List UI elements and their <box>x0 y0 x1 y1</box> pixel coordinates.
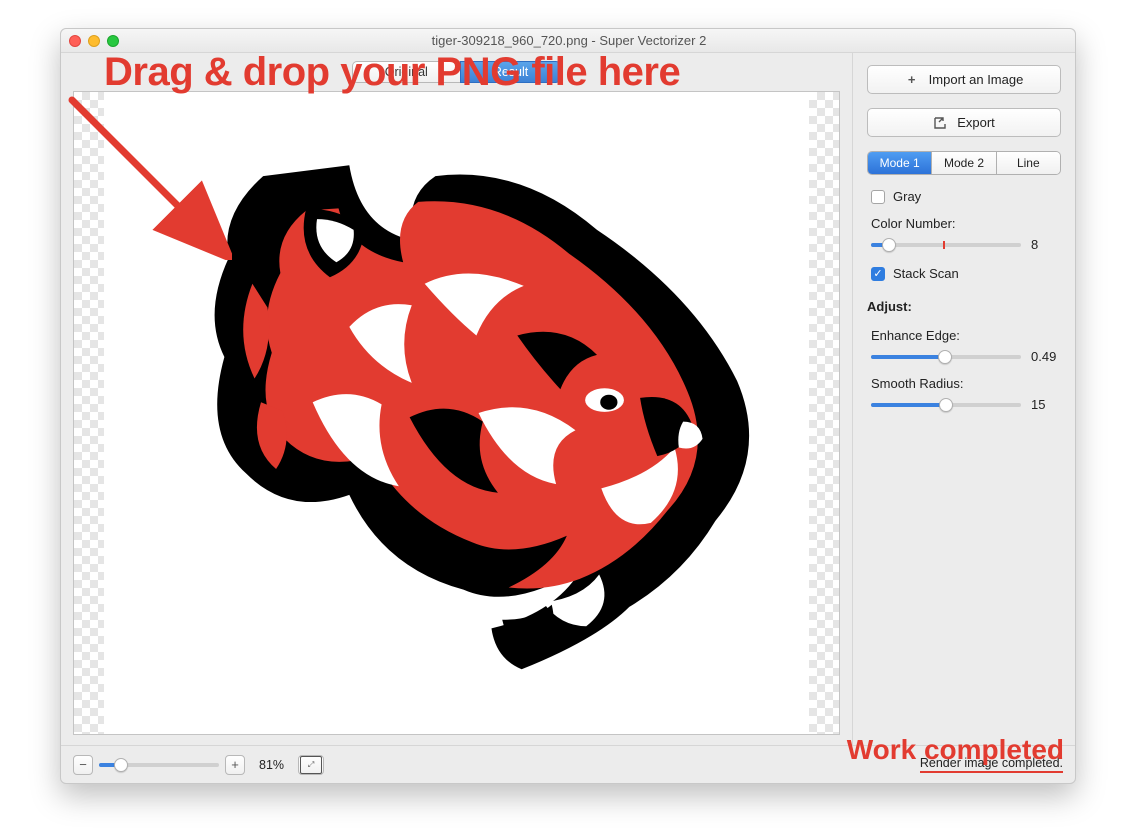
plus-icon: + <box>905 72 919 87</box>
smooth-radius-slider[interactable] <box>871 403 1021 407</box>
import-image-button[interactable]: + Import an Image <box>867 65 1061 94</box>
image-canvas[interactable] <box>73 91 840 735</box>
zoom-window-icon[interactable] <box>107 35 119 47</box>
enhance-edge-label: Enhance Edge: <box>871 328 1061 343</box>
app-window: tiger-309218_960_720.png - Super Vectori… <box>60 28 1076 784</box>
mode-2[interactable]: Mode 2 <box>932 152 996 174</box>
gray-row[interactable]: Gray <box>871 189 1061 204</box>
mode-1[interactable]: Mode 1 <box>868 152 932 174</box>
gray-checkbox[interactable] <box>871 190 885 204</box>
export-button[interactable]: Export <box>867 108 1061 137</box>
view-tabbar: Original Result <box>61 53 852 89</box>
color-number-value: 8 <box>1031 237 1061 252</box>
window-controls <box>69 35 119 47</box>
enhance-edge-value: 0.49 <box>1031 349 1061 364</box>
enhance-edge-slider[interactable] <box>871 355 1021 359</box>
smooth-radius-label: Smooth Radius: <box>871 376 1061 391</box>
import-image-label: Import an Image <box>929 72 1024 87</box>
mode-segmented: Mode 1 Mode 2 Line <box>867 151 1061 175</box>
stack-scan-label: Stack Scan <box>893 266 959 281</box>
minimize-window-icon[interactable] <box>88 35 100 47</box>
zoom-in-button[interactable]: + <box>225 755 245 775</box>
sidebar: + Import an Image Export Mode 1 Mode 2 L… <box>853 53 1075 745</box>
fit-to-window-button[interactable]: ⤢ <box>298 755 324 775</box>
export-label: Export <box>957 115 995 130</box>
gray-label: Gray <box>893 189 921 204</box>
stack-scan-checkbox[interactable]: ✓ <box>871 267 885 281</box>
content: Original Result <box>61 53 1075 745</box>
fit-icon: ⤢ <box>300 756 322 774</box>
export-icon <box>933 116 947 130</box>
stack-scan-row[interactable]: ✓ Stack Scan <box>871 266 1061 281</box>
zoom-out-button[interactable]: − <box>73 755 93 775</box>
smooth-radius-value: 15 <box>1031 397 1061 412</box>
zoom-percent: 81% <box>259 758 284 772</box>
tiger-graphic <box>127 133 787 693</box>
tab-original[interactable]: Original <box>352 61 460 83</box>
zoom-controls: − + 81% ⤢ <box>73 755 324 775</box>
zoom-slider[interactable] <box>99 763 219 767</box>
adjust-title: Adjust: <box>867 299 1061 314</box>
color-number-label: Color Number: <box>871 216 1061 231</box>
status-text: Render image completed. <box>920 756 1063 773</box>
tab-result[interactable]: Result <box>460 61 561 83</box>
vector-preview <box>74 92 839 734</box>
canvas-area: Original Result <box>61 53 853 745</box>
close-window-icon[interactable] <box>69 35 81 47</box>
footer: − + 81% ⤢ Render image completed. <box>61 745 1075 783</box>
titlebar: tiger-309218_960_720.png - Super Vectori… <box>61 29 1075 53</box>
window-title: tiger-309218_960_720.png - Super Vectori… <box>119 33 1019 48</box>
mode-line[interactable]: Line <box>997 152 1060 174</box>
color-number-slider[interactable] <box>871 243 1021 247</box>
